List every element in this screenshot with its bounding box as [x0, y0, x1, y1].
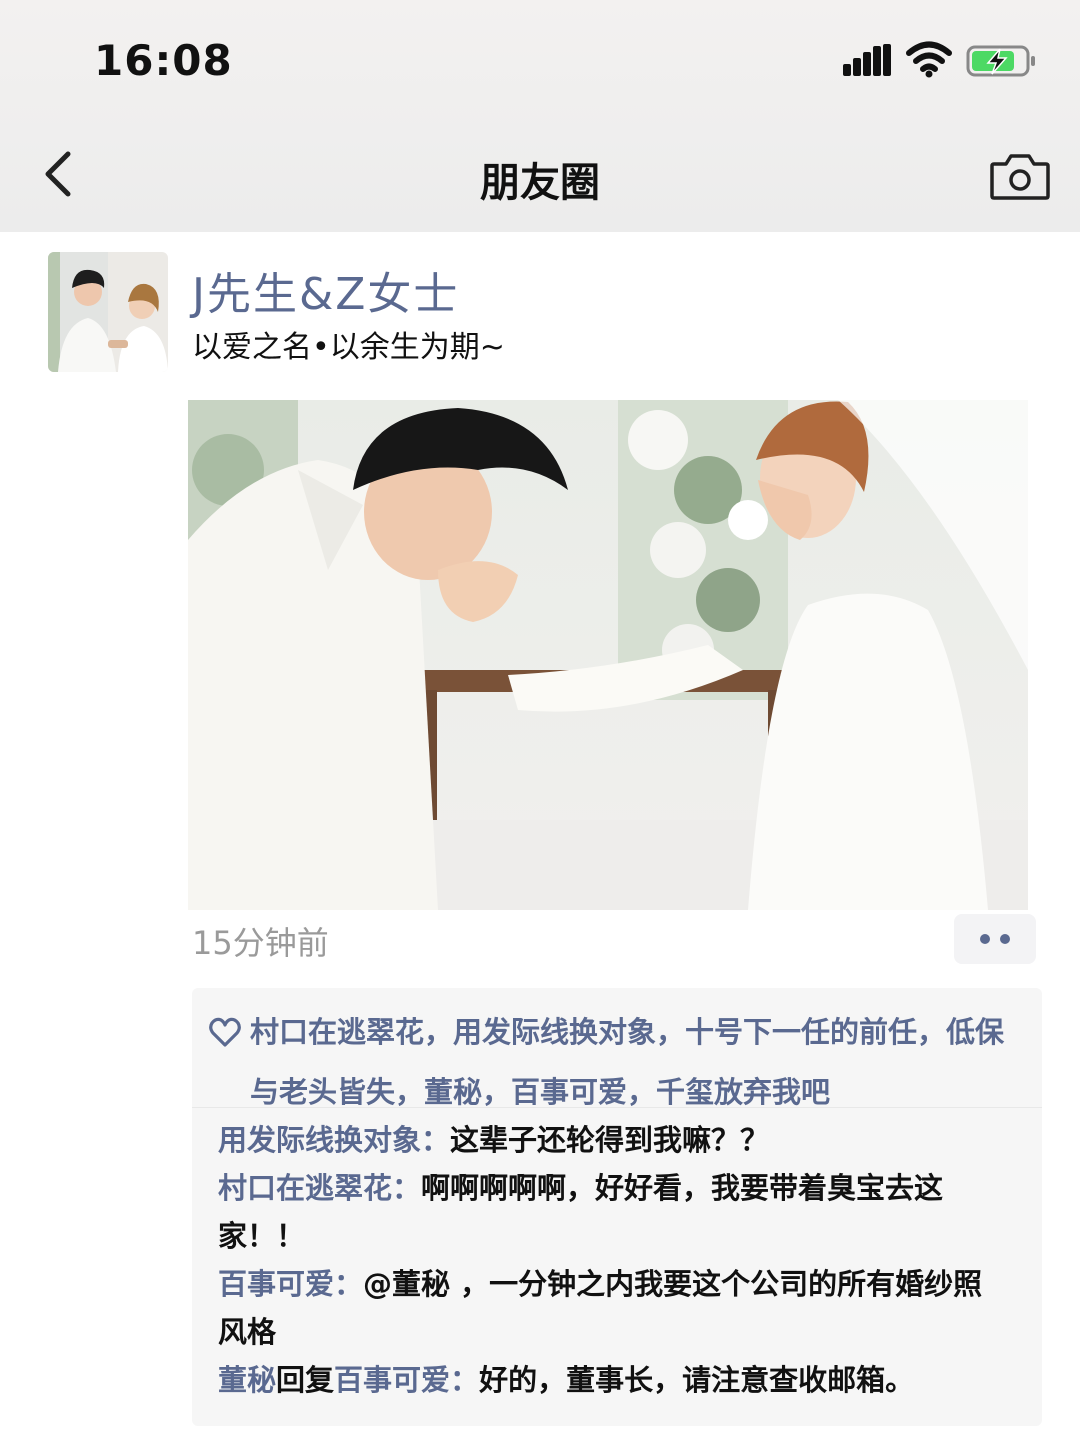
avatar[interactable]	[48, 252, 168, 372]
post-author-name[interactable]: J先生&Z女士	[192, 258, 459, 322]
battery-charging-icon	[966, 45, 1035, 77]
camera-icon[interactable]	[988, 150, 1052, 202]
comment-item[interactable]: 董秘回复百事可爱：好的，董事长，请注意查收邮箱。	[218, 1356, 1008, 1404]
likes-section: 村口在逃翠花，用发际线换对象，十号下一任的前任，低保与老头皆失，董秘，百事可爱，…	[192, 998, 1042, 1109]
avatar-image	[48, 252, 168, 372]
comment-text: 好的，董事长，请注意查收邮箱。	[479, 1363, 915, 1397]
post-text: 以爱之名•以余生为期~	[192, 330, 505, 365]
page-title: 朋友圈	[480, 160, 600, 206]
comment-author[interactable]: 董秘	[218, 1363, 276, 1397]
comment-author[interactable]: 村口在逃翠花	[218, 1171, 392, 1205]
more-dots-icon	[1000, 934, 1010, 944]
heart-icon	[209, 1017, 241, 1047]
comment-text: 这辈子还轮得到我嘛？？	[450, 1123, 770, 1157]
more-dots-icon	[980, 934, 990, 944]
likes-comments-panel: 村口在逃翠花，用发际线换对象，十号下一任的前任，低保与老头皆失，董秘，百事可爱，…	[192, 988, 1042, 1426]
reply-to-author[interactable]: 百事可爱	[334, 1363, 450, 1397]
status-time: 16:08	[94, 36, 233, 85]
comment-item[interactable]: 村口在逃翠花：啊啊啊啊啊，好好看，我要带着臭宝去这家！！	[218, 1164, 1008, 1260]
more-actions-button[interactable]	[954, 914, 1036, 964]
comment-author[interactable]: 百事可爱	[218, 1267, 334, 1301]
reply-word: 回复	[276, 1363, 335, 1397]
cellular-signal-icon	[843, 44, 891, 76]
wifi-icon	[906, 41, 952, 78]
status-bar: 16:08	[0, 0, 1080, 110]
likes-names[interactable]: 村口在逃翠花，用发际线换对象，十号下一任的前任，低保与老头皆失，董秘，百事可爱，…	[250, 1002, 1030, 1122]
comment-author[interactable]: 用发际线换对象	[218, 1123, 421, 1157]
comment-item[interactable]: 百事可爱：@董秘 ，一分钟之内我要这个公司的所有婚纱照风格	[218, 1260, 1008, 1356]
nav-bar: 朋友圈	[0, 120, 1080, 232]
post-photo[interactable]	[188, 400, 1028, 910]
post-timestamp: 15分钟前	[192, 924, 329, 962]
wedding-photo-image	[188, 400, 1028, 910]
comment-item[interactable]: 用发际线换对象：这辈子还轮得到我嘛？？	[218, 1116, 1008, 1164]
